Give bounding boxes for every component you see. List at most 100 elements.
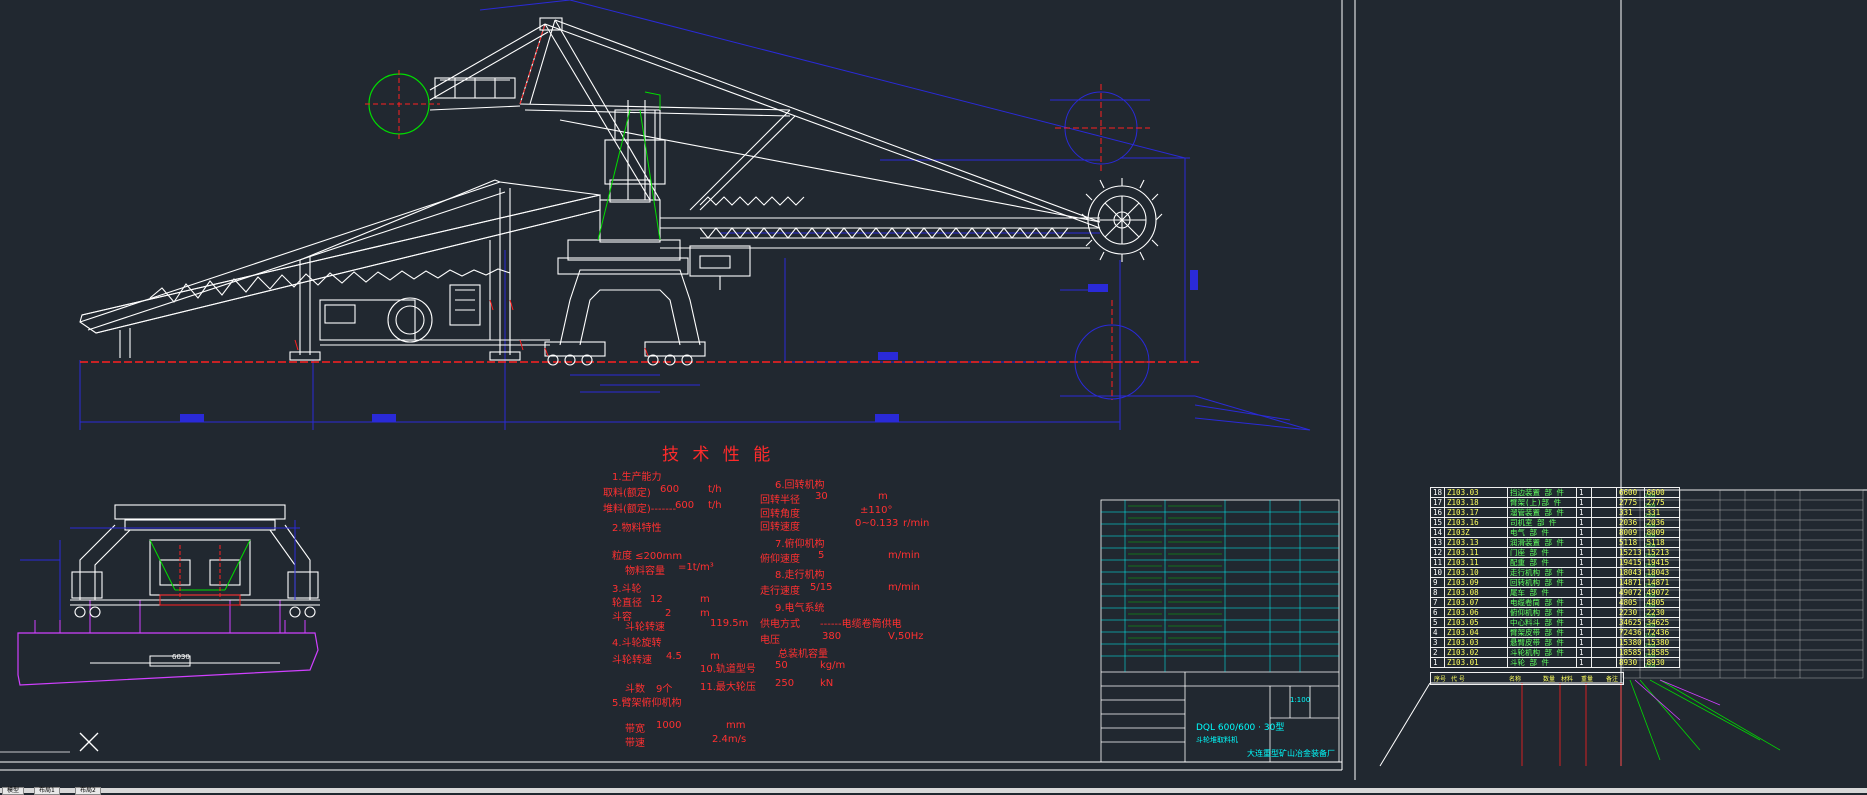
parts-list-cell: Z103.13	[1444, 537, 1509, 548]
header-remark: 备注	[1606, 676, 1619, 683]
spec-line: 9.电气系统	[775, 603, 825, 614]
spec-line: 物料容量	[625, 566, 665, 577]
parts-list-cell	[1591, 597, 1618, 608]
spec-unit: r/min	[903, 518, 930, 529]
parts-list-cell: 1	[1576, 607, 1593, 618]
tab-model[interactable]: 模型	[2, 787, 25, 795]
parts-list-cell: 2036	[1643, 517, 1680, 528]
spec-unit: mm	[726, 720, 746, 731]
parts-list-row: 6 Z103.06 俯仰机构 部 件 1 2230 2230	[1429, 607, 1680, 618]
parts-list-cell: 18043	[1616, 567, 1645, 578]
spec-value: 12	[650, 594, 663, 605]
parts-list-cell: 8009	[1643, 527, 1680, 538]
parts-list-cell: 6600	[1616, 487, 1645, 498]
spec-line: 2.物料特性	[612, 523, 662, 534]
spec-value: 4.5	[666, 651, 682, 662]
parts-list-cell: 1	[1576, 597, 1593, 608]
parts-list-cell: 1	[1576, 637, 1593, 648]
title-block-green-lines	[1128, 505, 1222, 651]
parts-list-cell: 回转机构 部 件	[1507, 577, 1578, 588]
parts-list-cell: 14	[1429, 527, 1446, 538]
parts-list-cell: Z103.01	[1444, 657, 1509, 668]
spec-value: 2.4m/s	[712, 734, 747, 745]
parts-list-row: 8 Z103.08 尾车 部 件 1 49072 49072	[1429, 587, 1680, 598]
machine-structure	[79, 17, 1163, 366]
parts-list-row: 16 Z103.17 溜管装置 部 件 1 331 331	[1429, 507, 1680, 518]
parts-list-cell: 15	[1429, 517, 1446, 528]
parts-list-cell: 15380	[1643, 637, 1680, 648]
section-view	[17, 504, 320, 686]
parts-list-cell: 6600	[1643, 487, 1680, 498]
layout-tab-strip	[0, 788, 1867, 793]
spec-line: 斗轮转速	[612, 655, 652, 666]
spec-line: 回转半径	[760, 495, 800, 506]
parts-list-cell: Z103.18	[1444, 497, 1509, 508]
parts-list-cell: 10	[1429, 567, 1446, 578]
spec-line: 10.轨道型号	[700, 664, 756, 675]
parts-list-cell: 9	[1429, 577, 1446, 588]
spec-unit: t/h	[708, 484, 722, 495]
parts-list-row: 7 Z103.07 电缆卷筒 部 件 1 4805 4805	[1429, 597, 1680, 608]
parts-list-cell: 臂架皮带 部 件	[1507, 627, 1578, 638]
parts-list-cell: 19415	[1616, 557, 1645, 568]
spec-unit: kN	[820, 678, 834, 689]
parts-list-cell: 2230	[1616, 607, 1645, 618]
parts-list-cell: 17	[1429, 497, 1446, 508]
header-qty: 数量	[1543, 676, 1556, 683]
parts-list-cell	[1591, 527, 1618, 538]
parts-list-cell	[1591, 637, 1618, 648]
tab-layout-2[interactable]: 布局2	[75, 787, 101, 795]
parts-list-cell: 8930	[1616, 657, 1645, 668]
spec-unit: m	[878, 491, 888, 502]
title-block-scale: 1:100	[1290, 696, 1311, 704]
parts-list-cell: 中心料斗 部 件	[1507, 617, 1578, 628]
parts-list-cell: 1	[1576, 567, 1593, 578]
parts-list-cell: Z103Z	[1444, 527, 1509, 538]
spec-line: 取料(额定)	[603, 488, 651, 499]
spec-line: 7.俯仰机构	[775, 539, 825, 550]
spec-value: ------电缆卷筒供电	[820, 619, 902, 630]
tab-layout-1[interactable]: 布局1	[34, 787, 60, 795]
parts-list-cell: 1	[1576, 547, 1593, 558]
spec-unit: m	[700, 608, 710, 619]
green-accents	[597, 91, 661, 241]
parts-list-cell: 11	[1429, 557, 1446, 568]
parts-list-cell: 1	[1576, 527, 1593, 538]
parts-list-cell: 49072	[1643, 587, 1680, 598]
parts-list-row: 3 Z103.03 悬臂皮带 部 件 1 15380 15380	[1429, 637, 1680, 648]
parts-list-cell: 臂架(上)部 件	[1507, 497, 1578, 508]
parts-list-cell: 331	[1616, 507, 1645, 518]
parts-list-cell: 1	[1576, 657, 1593, 668]
parts-list-cell: Z103.08	[1444, 587, 1509, 598]
parts-list-cell: Z103.05	[1444, 617, 1509, 628]
cad-drawing-area[interactable]: Z103 Z103 Z103 Z103 Z103 Z103 Z103 Z103 Z103 Z…	[0, 0, 1867, 795]
parts-list-cell	[1591, 607, 1618, 618]
parts-list-cell: Z103.17	[1444, 507, 1509, 518]
parts-list-cell: 13	[1429, 537, 1446, 548]
parts-list-cell	[1591, 577, 1618, 588]
title-block-name: 斗轮堆取料机	[1196, 736, 1238, 744]
parts-list-cell: 2775	[1643, 497, 1680, 508]
spec-value: 2	[665, 608, 672, 619]
parts-list-cell: 5118	[1643, 537, 1680, 548]
parts-list-cell: 19415	[1643, 557, 1680, 568]
parts-list-cell: 悬臂皮带 部 件	[1507, 637, 1578, 648]
header-material: 材料	[1561, 676, 1574, 683]
parts-list-cell: 2	[1429, 647, 1446, 658]
header-no: 序号	[1434, 676, 1447, 683]
parts-list-cell: 2775	[1616, 497, 1645, 508]
parts-list-header: 序号 代 号 名称 数量 材料 重量 备注	[1430, 672, 1624, 685]
parts-list-cell: 1	[1576, 557, 1593, 568]
parts-list-cell: 1	[1576, 587, 1593, 598]
parts-list-cell: 18585	[1643, 647, 1680, 658]
parts-list-row: 1 Z103.01 斗轮 部 件 1 8930 8930	[1429, 657, 1680, 668]
parts-list-cell: Z103.06	[1444, 607, 1509, 618]
spec-value: 1000	[656, 720, 682, 731]
parts-list-cell	[1591, 487, 1618, 498]
spec-line: 3.斗轮	[612, 584, 642, 595]
parts-list-row: 4 Z103.04 臂架皮带 部 件 1 72436 72436	[1429, 627, 1680, 638]
parts-list-cell: 72436	[1616, 627, 1645, 638]
parts-list-cell: 14871	[1616, 577, 1645, 588]
parts-list-cell: 16	[1429, 507, 1446, 518]
spec-line: 带宽	[625, 724, 645, 735]
